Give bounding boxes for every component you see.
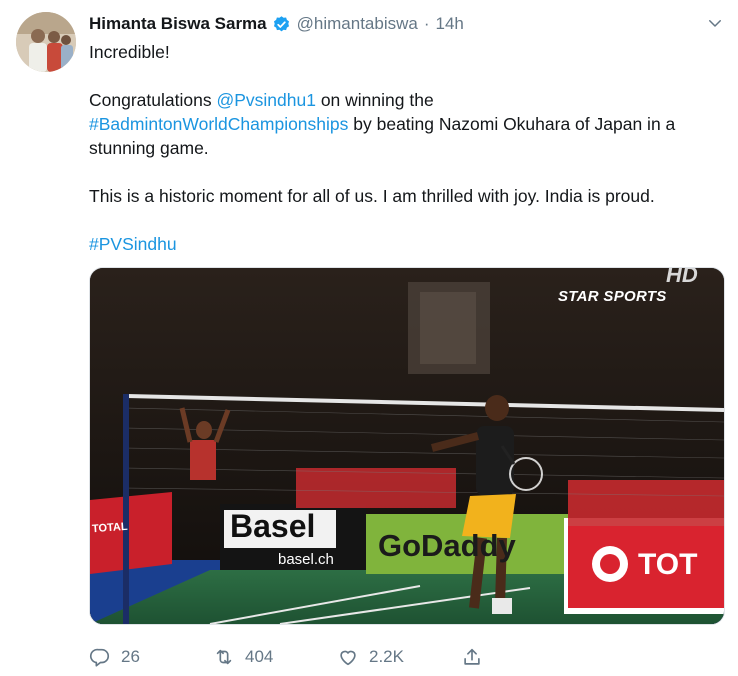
reply-icon	[90, 648, 110, 667]
chevron-down-icon[interactable]	[706, 14, 724, 32]
ad-total-left: TOTAL	[91, 520, 129, 536]
tweet-paragraph-2: Congratulations @Pvsindhu1 on winning th…	[89, 88, 719, 160]
retweet-button[interactable]: 404	[213, 646, 337, 668]
like-button[interactable]: 2.2K	[337, 646, 461, 668]
ad-godaddy: GoDaddy	[378, 528, 516, 563]
tweet-paragraph-3: This is a historic moment for all of us.…	[89, 186, 655, 206]
text-span: on winning the	[315, 90, 434, 110]
ad-basel-url: basel.ch	[278, 551, 334, 568]
retweet-count: 404	[245, 647, 274, 666]
hd-mark: HD	[666, 267, 698, 287]
separator-dot: ·	[423, 14, 430, 33]
text-span: Congratulations	[89, 90, 217, 110]
tweet-actions: 26 404 2.2K	[89, 644, 483, 670]
reply-button[interactable]: 26	[89, 646, 213, 668]
ad-total: TOT	[638, 548, 698, 581]
avatar-photo	[16, 12, 76, 72]
like-icon	[340, 650, 356, 666]
author-handle[interactable]: @himantabiswa	[297, 14, 418, 34]
author-name[interactable]: Himanta Biswa Sarma	[89, 14, 267, 34]
broadcaster-logo: STAR SPORTS	[558, 288, 667, 305]
tweet-body: Incredible! Congratulations @Pvsindhu1 o…	[89, 40, 719, 256]
ad-basel: Basel	[230, 508, 316, 544]
mention-link[interactable]: @Pvsindhu1	[216, 90, 316, 110]
share-button[interactable]	[461, 646, 483, 668]
hashtag-link-pvsindhu[interactable]: #PVSindhu	[89, 234, 177, 254]
reply-count: 26	[121, 647, 140, 666]
tweet-line-1: Incredible!	[89, 42, 170, 62]
like-count: 2.2K	[369, 647, 404, 666]
media-frame	[90, 268, 724, 624]
retweet-icon	[216, 649, 232, 665]
hashtag-link[interactable]: #BadmintonWorldChampionships	[89, 114, 348, 134]
avatar[interactable]	[16, 12, 76, 72]
tweet-media-video[interactable]: HD STAR SPORTS TOTAL Basel basel.ch GoDa…	[89, 267, 725, 625]
verified-icon	[273, 15, 289, 31]
tweet-header: Himanta Biswa Sarma @himantabiswa · 14h	[89, 12, 464, 36]
share-icon	[464, 648, 480, 665]
tweet-timestamp[interactable]: 14h	[436, 14, 464, 34]
